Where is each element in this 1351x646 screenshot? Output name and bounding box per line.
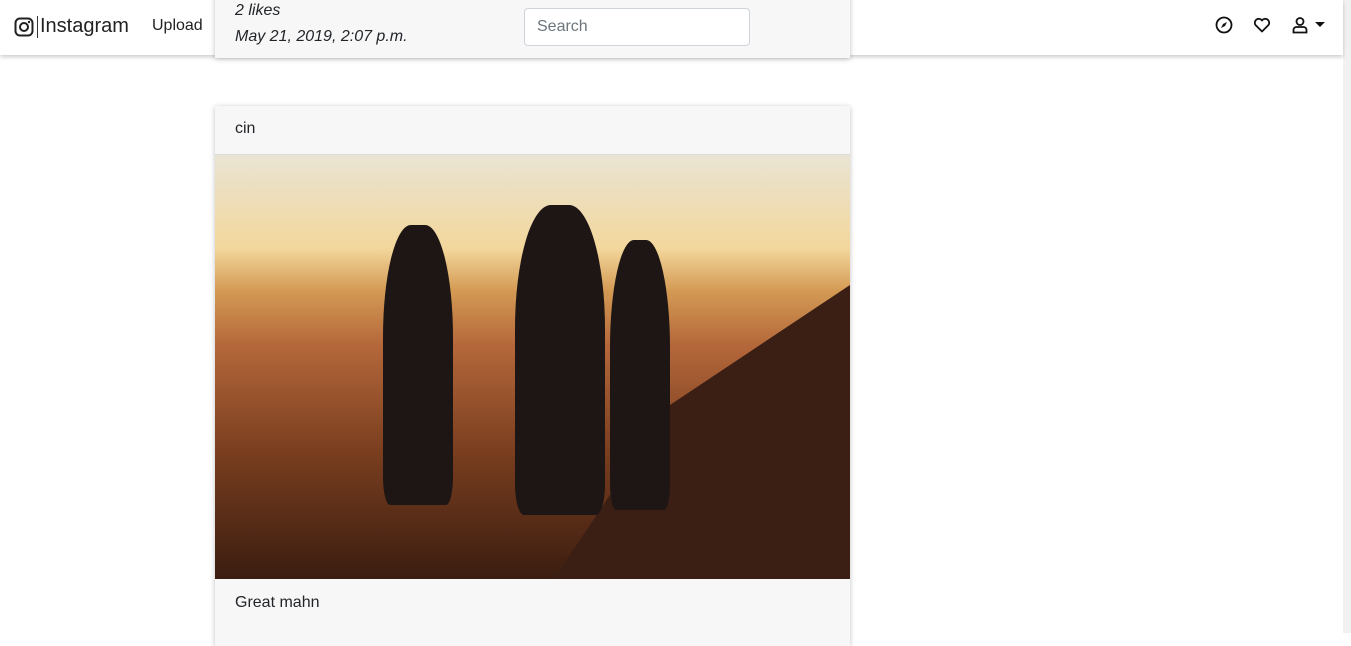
brand-link[interactable]: Instagram xyxy=(14,15,129,38)
post-image[interactable] xyxy=(215,155,850,579)
caret-down-icon xyxy=(1315,22,1325,27)
compass-icon[interactable] xyxy=(1215,16,1233,34)
brand-divider xyxy=(37,15,38,38)
search-input[interactable] xyxy=(524,8,750,46)
profile-dropdown[interactable] xyxy=(1291,16,1325,34)
scrollbar[interactable] xyxy=(1343,0,1351,633)
post-card: cin Great mahn xyxy=(215,106,850,646)
user-icon xyxy=(1292,17,1308,34)
upload-link[interactable]: Upload xyxy=(152,17,203,35)
heart-icon[interactable] xyxy=(1253,16,1271,34)
instagram-logo-icon xyxy=(14,17,34,36)
post-caption: Great mahn xyxy=(235,594,320,611)
brand-name: Instagram xyxy=(40,15,129,37)
post-username[interactable]: cin xyxy=(215,106,850,155)
